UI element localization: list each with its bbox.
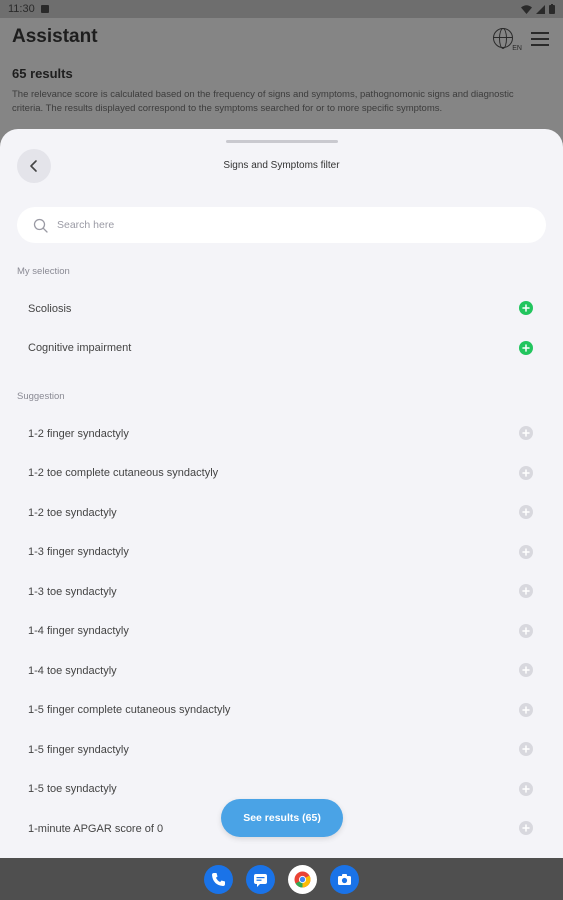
- menu-icon[interactable]: [531, 32, 549, 50]
- page-title: Assistant: [12, 26, 98, 47]
- camera-app-button[interactable]: [330, 864, 359, 894]
- suggested-symptom-row[interactable]: 1-4 finger syndactyly: [17, 612, 546, 651]
- relevance-description: The relevance score is calculated based …: [12, 89, 514, 114]
- suggested-symptom-row[interactable]: 1-2 toe syndactyly: [17, 493, 546, 532]
- search-icon: [33, 218, 48, 233]
- search-input[interactable]: [57, 219, 517, 231]
- plus-icon: [522, 468, 530, 477]
- plus-icon: [522, 547, 530, 556]
- add-symptom-button[interactable]: [519, 821, 533, 835]
- selected-symptom-row[interactable]: Cognitive impairment: [17, 329, 546, 368]
- symptom-label: 1-2 finger syndactyly: [28, 427, 129, 440]
- add-symptom-button[interactable]: [519, 623, 533, 638]
- symptom-label: Scoliosis: [28, 302, 72, 315]
- add-symptom-button[interactable]: [519, 584, 533, 598]
- suggested-symptom-row[interactable]: 1-5 finger syndactyly: [17, 730, 546, 769]
- battery-icon: [549, 4, 555, 14]
- plus-icon: [522, 705, 530, 714]
- plus-icon: [522, 824, 530, 832]
- see-results-button[interactable]: See results (65): [221, 799, 343, 837]
- symptom-label: 1-2 toe syndactyly: [28, 506, 117, 519]
- app-dock: [0, 858, 563, 900]
- search-bar[interactable]: [17, 207, 546, 243]
- add-symptom-button[interactable]: [519, 702, 533, 717]
- symptom-label: 1-5 finger complete cutaneous syndactyly: [28, 704, 231, 716]
- suggested-symptom-row[interactable]: 1-5 finger complete cutaneous syndactyly: [17, 691, 546, 730]
- suggested-symptom-row[interactable]: 1-2 finger syndactyly: [17, 414, 546, 453]
- plus-icon: [522, 626, 530, 635]
- camera-icon: [338, 873, 351, 885]
- status-time: 11:30: [8, 3, 35, 15]
- symptom-label: 1-3 finger syndactyly: [28, 546, 129, 558]
- symptom-label: 1-3 toe syndactyly: [28, 585, 117, 598]
- plus-icon: [522, 508, 530, 516]
- plus-icon: [522, 784, 530, 793]
- symptom-label: 1-5 toe syndactyly: [28, 783, 117, 795]
- symptom-label: 1-4 finger syndactyly: [28, 625, 129, 637]
- chrome-app-button[interactable]: [288, 864, 317, 894]
- add-symptom-button[interactable]: [519, 663, 533, 677]
- symptom-label: 1-5 finger syndactyly: [28, 743, 129, 756]
- suggestion-label: Suggestion: [17, 391, 65, 402]
- selected-add-button[interactable]: [519, 301, 533, 315]
- phone-app-button[interactable]: [204, 864, 233, 894]
- suggested-symptom-row[interactable]: 1-3 toe syndactyly: [17, 572, 546, 611]
- drag-handle[interactable]: [226, 140, 338, 143]
- add-symptom-button[interactable]: [519, 742, 533, 756]
- signs-symptoms-filter-sheet: Signs and Symptoms filter My selection S…: [0, 129, 563, 858]
- plus-icon: [522, 429, 530, 437]
- results-count: 65 results: [12, 66, 73, 81]
- wifi-icon: [521, 4, 532, 14]
- plus-icon: [522, 587, 530, 595]
- my-selection-label: My selection: [17, 266, 70, 277]
- status-bar: 11:30: [0, 0, 563, 18]
- notification-icon: [40, 5, 49, 13]
- add-symptom-button[interactable]: [519, 544, 533, 559]
- plus-icon: [522, 304, 530, 312]
- messages-icon: [254, 873, 267, 887]
- suggested-symptom-row[interactable]: 1-2 toe complete cutaneous syndactyly: [17, 454, 546, 493]
- chrome-icon: [294, 871, 311, 887]
- signal-icon: [536, 4, 545, 14]
- plus-icon: [522, 666, 530, 674]
- messages-app-button[interactable]: [246, 864, 275, 894]
- plus-icon: [522, 745, 530, 753]
- selected-add-button[interactable]: [519, 340, 533, 355]
- plus-icon: [522, 343, 530, 352]
- add-symptom-button[interactable]: [519, 465, 533, 480]
- add-symptom-button[interactable]: [519, 781, 533, 796]
- phone-icon: [212, 872, 225, 886]
- symptom-label: 1-4 toe syndactyly: [28, 664, 117, 677]
- symptom-label: 1-minute APGAR score of 0: [28, 822, 164, 835]
- language-badge: EN: [512, 45, 522, 52]
- symptom-label: Cognitive impairment: [28, 342, 132, 354]
- suggested-symptom-row[interactable]: 1-4 toe syndactyly: [17, 651, 546, 690]
- suggested-symptom-row[interactable]: 1-3 finger syndactyly: [17, 533, 546, 572]
- symptom-label: 1-2 toe complete cutaneous syndactyly: [28, 467, 219, 479]
- selected-symptom-row[interactable]: Scoliosis: [17, 289, 546, 328]
- add-symptom-button[interactable]: [519, 505, 533, 519]
- language-globe-icon[interactable]: EN: [493, 28, 522, 52]
- sheet-title: Signs and Symptoms filter: [223, 160, 340, 171]
- add-symptom-button[interactable]: [519, 426, 533, 440]
